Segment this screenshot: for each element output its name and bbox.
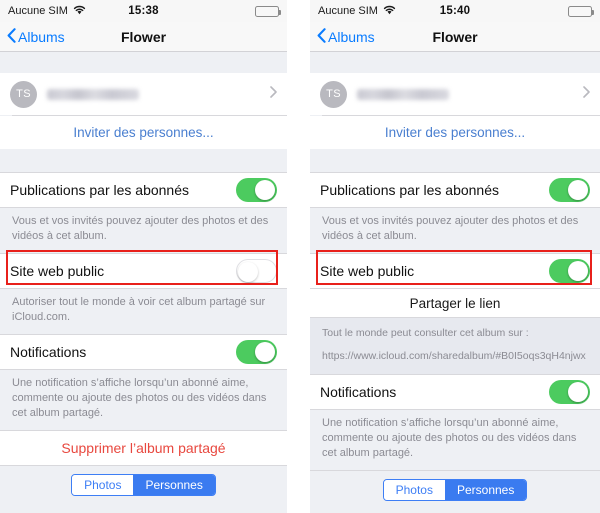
setting-row-public-website[interactable]: Site web public bbox=[0, 254, 287, 288]
setting-row-subscriber-posts[interactable]: Publications par les abonnés bbox=[310, 173, 600, 207]
battery-icon bbox=[255, 5, 281, 17]
share-link-block: Tout le monde peut consulter cet album s… bbox=[310, 318, 600, 374]
avatar: TS bbox=[320, 80, 347, 108]
battery-icon bbox=[568, 5, 594, 17]
tab-personnes[interactable]: Personnes bbox=[133, 475, 215, 495]
tab-bar: Photos Personnes bbox=[310, 471, 600, 509]
tab-personnes[interactable]: Personnes bbox=[444, 480, 527, 500]
avatar: TS bbox=[10, 80, 37, 108]
public-website-label: Site web public bbox=[320, 263, 415, 279]
comparison-stage: Aucune SIM 15:38 Albums Flower TS Invite… bbox=[0, 0, 600, 513]
public-website-description: Autoriser tout le monde à voir cet album… bbox=[0, 289, 287, 334]
panel-separator bbox=[287, 0, 310, 513]
public-website-label: Site web public bbox=[10, 263, 105, 279]
page-title: Flower bbox=[432, 28, 478, 45]
subscriber-name-redacted bbox=[47, 88, 139, 100]
section-spacer bbox=[0, 149, 287, 172]
share-link-intro: Tout le monde peut consulter cet album s… bbox=[322, 327, 529, 339]
section-spacer bbox=[310, 149, 600, 172]
delete-shared-album-label: Supprimer l’album partagé bbox=[61, 440, 226, 456]
subscriber-posts-label: Publications par les abonnés bbox=[10, 182, 190, 198]
subscriber-posts-description: Vous et vos invités pouvez ajouter des p… bbox=[310, 208, 600, 253]
invite-people-label: Inviter des personnes... bbox=[73, 125, 214, 140]
chevron-right-icon bbox=[270, 85, 277, 103]
subscriber-posts-toggle[interactable] bbox=[549, 178, 590, 202]
setting-row-notifications[interactable]: Notifications bbox=[310, 375, 600, 409]
subscriber-row[interactable]: TS bbox=[0, 73, 287, 115]
tab-photos[interactable]: Photos bbox=[383, 480, 445, 500]
segmented-control: Photos Personnes bbox=[71, 474, 216, 496]
share-link-label: Partager le lien bbox=[409, 295, 501, 311]
notifications-description: Une notification s’affiche lorsqu’un abo… bbox=[0, 370, 287, 430]
nav-bar: Albums Flower bbox=[310, 22, 600, 52]
notifications-toggle[interactable] bbox=[549, 380, 590, 404]
settings-list: TS Inviter des personnes... Publications… bbox=[310, 52, 600, 509]
notifications-toggle[interactable] bbox=[236, 340, 277, 364]
phone-screen-before: Aucune SIM 15:38 Albums Flower TS Invite… bbox=[0, 0, 287, 513]
page-title: Flower bbox=[120, 28, 167, 45]
delete-shared-album-button[interactable]: Supprimer l’album partagé bbox=[0, 431, 287, 465]
top-spacer bbox=[0, 52, 287, 73]
tab-photos[interactable]: Photos bbox=[72, 475, 134, 495]
public-website-toggle[interactable] bbox=[549, 259, 590, 283]
status-bar: Aucune SIM 15:40 bbox=[310, 0, 600, 22]
status-bar-right bbox=[255, 5, 281, 17]
invite-people-button[interactable]: Inviter des personnes... bbox=[0, 116, 287, 149]
settings-list: TS Inviter des personnes... Publications… bbox=[0, 52, 287, 504]
invite-people-label: Inviter des personnes... bbox=[384, 125, 526, 140]
public-website-toggle[interactable] bbox=[236, 259, 277, 283]
chevron-right-icon bbox=[583, 85, 590, 103]
status-bar-right bbox=[568, 5, 594, 17]
subscriber-posts-toggle[interactable] bbox=[236, 178, 277, 202]
phone-screen-after: Aucune SIM 15:40 Albums Flower TS Invite… bbox=[310, 0, 600, 513]
segmented-control: Photos Personnes bbox=[382, 479, 528, 501]
subscriber-posts-description: Vous et vos invités pouvez ajouter des p… bbox=[0, 208, 287, 253]
subscriber-name-redacted bbox=[357, 88, 449, 100]
status-bar: Aucune SIM 15:38 bbox=[0, 0, 287, 22]
notifications-label: Notifications bbox=[320, 384, 397, 400]
status-bar-clock: 15:40 bbox=[439, 5, 471, 17]
subscriber-row[interactable]: TS bbox=[310, 73, 600, 115]
setting-row-notifications[interactable]: Notifications bbox=[0, 335, 287, 369]
tab-bar: Photos Personnes bbox=[0, 466, 287, 504]
top-spacer bbox=[310, 52, 600, 73]
notifications-description: Une notification s’affiche lorsqu’un abo… bbox=[310, 410, 600, 470]
share-link-button[interactable]: Partager le lien bbox=[310, 289, 600, 317]
notifications-label: Notifications bbox=[10, 344, 87, 360]
share-link-url[interactable]: https://www.icloud.com/sharedalbum/#B0I5… bbox=[322, 348, 588, 364]
status-bar-clock: 15:38 bbox=[128, 5, 159, 17]
nav-bar: Albums Flower bbox=[0, 22, 287, 52]
subscriber-posts-label: Publications par les abonnés bbox=[320, 182, 500, 198]
setting-row-subscriber-posts[interactable]: Publications par les abonnés bbox=[0, 173, 287, 207]
setting-row-public-website[interactable]: Site web public bbox=[310, 254, 600, 288]
invite-people-button[interactable]: Inviter des personnes... bbox=[310, 116, 600, 149]
